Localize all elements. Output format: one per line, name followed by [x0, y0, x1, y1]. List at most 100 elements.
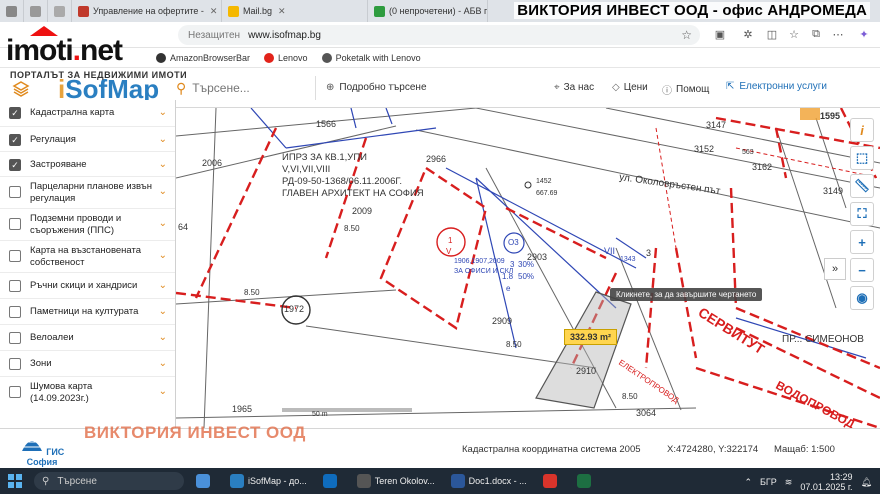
scale-readout[interactable]: Мащаб: 1:500 [774, 444, 835, 455]
taskbar-app-outlook[interactable] [319, 471, 345, 491]
bookmark-amazon[interactable]: AmazonBrowserBar [156, 52, 250, 63]
camera-button[interactable]: ◉ [850, 286, 874, 310]
chevron-down-icon[interactable]: ⌄ [159, 159, 167, 171]
taskbar-search[interactable]: ⚲ Търсене [34, 472, 184, 490]
layer-checkbox[interactable] [9, 332, 21, 344]
map-canvas[interactable]: 1566 2006 2009 2966 2903 2909 2910 1965 … [176, 108, 880, 428]
taskbar-app-word[interactable]: Doc1.docx - ... [447, 471, 531, 491]
info-tool-button[interactable]: i [850, 118, 874, 142]
notification-icon[interactable]: 🔔︎ [861, 477, 872, 488]
zoom-out-button[interactable]: − [850, 258, 874, 282]
tab-workspaces[interactable] [24, 0, 48, 22]
map-label: 2006 [202, 158, 223, 168]
scale-bar-label: 50 m [312, 411, 328, 418]
layer-buildings[interactable]: ✓ Застрояване ⌄ [0, 152, 175, 177]
panel-expand-button[interactable]: » [824, 258, 846, 280]
layer-monuments[interactable]: Паметници на културата ⌄ [0, 299, 175, 325]
layer-label: Регулация [30, 134, 76, 145]
layer-checkbox[interactable] [9, 358, 21, 370]
nav-prices[interactable]: ◇ Цени [612, 82, 648, 93]
layer-sketches[interactable]: Ръчни скици и хандриси ⌄ [0, 273, 175, 299]
bookmark-poketalk[interactable]: Poketalk with Lenovo [321, 52, 421, 63]
layer-noise-map[interactable]: Шумова карта (14.09.2023г.) ⌄ [0, 377, 175, 409]
clock[interactable]: 13:29 07.01.2025 г. [800, 472, 852, 492]
layer-label: Паметници на културата [30, 306, 139, 317]
map-label: 64 [178, 222, 189, 232]
wifi-icon[interactable]: ≋ [785, 477, 793, 488]
layer-underground[interactable]: Подземни проводи и съоръжения (ППС) ⌄ [0, 209, 175, 241]
close-icon[interactable]: ✕ [278, 6, 286, 17]
layer-label: Кадастрална карта [30, 107, 115, 118]
map-label: 8.50 [506, 340, 522, 349]
chevron-down-icon[interactable]: ⌄ [159, 358, 167, 370]
close-icon[interactable]: ✕ [210, 6, 218, 17]
eservices-link[interactable]: ⇱ Електронни услуги [726, 81, 827, 92]
windows-start-icon[interactable] [8, 474, 22, 488]
ruler-button[interactable]: 📏︎ [850, 174, 874, 198]
layers-icon[interactable] [12, 80, 30, 98]
layer-checkbox[interactable]: ✓ [9, 134, 21, 146]
zoom-in-button[interactable]: + [850, 230, 874, 254]
taskbar-app-excel[interactable] [573, 471, 599, 491]
bookmark-lenovo[interactable]: Lenovo [264, 52, 308, 63]
pinned-tab-icon [54, 5, 65, 17]
puzzle-icon[interactable]: ✲ [740, 26, 756, 42]
taskbar-app-teren[interactable]: Teren Okolov... [353, 471, 439, 491]
collections-icon[interactable]: ⧉ [808, 26, 824, 42]
layer-cadastral[interactable]: ✓ Кадастрална карта ⌄ [0, 100, 175, 127]
chevron-up-icon[interactable]: ⌃ [744, 477, 752, 488]
favorites-icon[interactable]: ☆ [786, 26, 802, 42]
map-label: 667.69 [536, 190, 558, 197]
select-area-button[interactable]: ⬚ [850, 146, 874, 170]
tab-abv[interactable]: (0 непрочетени) - АБВ поща [368, 0, 488, 22]
tab-mail[interactable]: Mail.bg ✕ [222, 0, 368, 22]
layer-regulation[interactable]: ✓ Регулация ⌄ [0, 127, 175, 152]
layer-checkbox[interactable] [9, 218, 21, 230]
more-icon[interactable]: ⋯ [830, 26, 846, 42]
layer-checkbox[interactable]: ✓ [9, 107, 21, 119]
nav-help[interactable]: ⓘ Помощ [662, 82, 709, 97]
chevron-down-icon[interactable]: ⌄ [159, 250, 167, 262]
copilot-icon[interactable]: ✦ [856, 26, 872, 42]
search-input[interactable] [192, 81, 303, 95]
chevron-down-icon[interactable]: ⌄ [159, 332, 167, 344]
layer-checkbox[interactable] [9, 186, 21, 198]
chevron-down-icon[interactable]: ⌄ [159, 134, 167, 146]
gis-sofia-logo[interactable]: ГИС София [14, 435, 70, 467]
map-label: 1965 [232, 404, 253, 414]
lang-indicator[interactable]: БГР [760, 477, 777, 487]
chevron-down-icon[interactable]: ⌄ [159, 386, 167, 398]
chevron-down-icon[interactable]: ⌄ [159, 186, 167, 198]
tab-actions[interactable] [0, 0, 24, 22]
layer-checkbox[interactable] [9, 386, 21, 398]
layer-checkbox[interactable] [9, 306, 21, 318]
plan-text: РД-09-50-1368/06.11.2006Г. [282, 176, 402, 187]
layer-checkbox[interactable] [9, 250, 21, 262]
imoti-logo-main: imoti [6, 34, 74, 67]
chevron-down-icon[interactable]: ⌄ [159, 107, 167, 119]
split-screen-icon[interactable]: ◫ [764, 26, 780, 42]
layer-zones[interactable]: Зони ⌄ [0, 351, 175, 377]
taskbar-app-pdf[interactable] [539, 471, 565, 491]
screen: Управление на офертите - ✕ Mail.bg ✕ (0 … [0, 0, 880, 494]
nav-about[interactable]: ⌖ За нас [554, 82, 594, 93]
layer-restored-property[interactable]: Карта на възстановената собственост ⌄ [0, 241, 175, 273]
tab-pinned[interactable] [48, 0, 72, 22]
draw-tooltip: Кликнете, за да завършите чертането [610, 288, 763, 301]
chevron-down-icon[interactable]: ⌄ [159, 280, 167, 292]
chevron-down-icon[interactable]: ⌄ [159, 306, 167, 318]
task-view-button[interactable] [192, 471, 218, 491]
address-bar[interactable]: Незащитен www.isofmap.bg ☆ [178, 25, 700, 45]
advanced-search-link[interactable]: ⊕ Подробно търсене [326, 82, 427, 93]
layer-parcel-plans[interactable]: Парцеларни планове извън регулация ⌄ [0, 177, 175, 209]
layer-bike-lanes[interactable]: Велоалеи ⌄ [0, 325, 175, 351]
workspaces-icon [30, 5, 41, 17]
tab-offers[interactable]: Управление на офертите - ✕ [72, 0, 222, 22]
layer-checkbox[interactable]: ✓ [9, 159, 21, 171]
taskbar-app-isofmap[interactable]: iSofMap - до... [226, 471, 311, 491]
star-icon[interactable]: ☆ [681, 28, 692, 42]
fullscreen-button[interactable]: ⛶ [850, 202, 874, 226]
extension-icon[interactable]: ▣ [712, 26, 728, 42]
chevron-down-icon[interactable]: ⌄ [159, 218, 167, 230]
layer-checkbox[interactable] [9, 280, 21, 292]
